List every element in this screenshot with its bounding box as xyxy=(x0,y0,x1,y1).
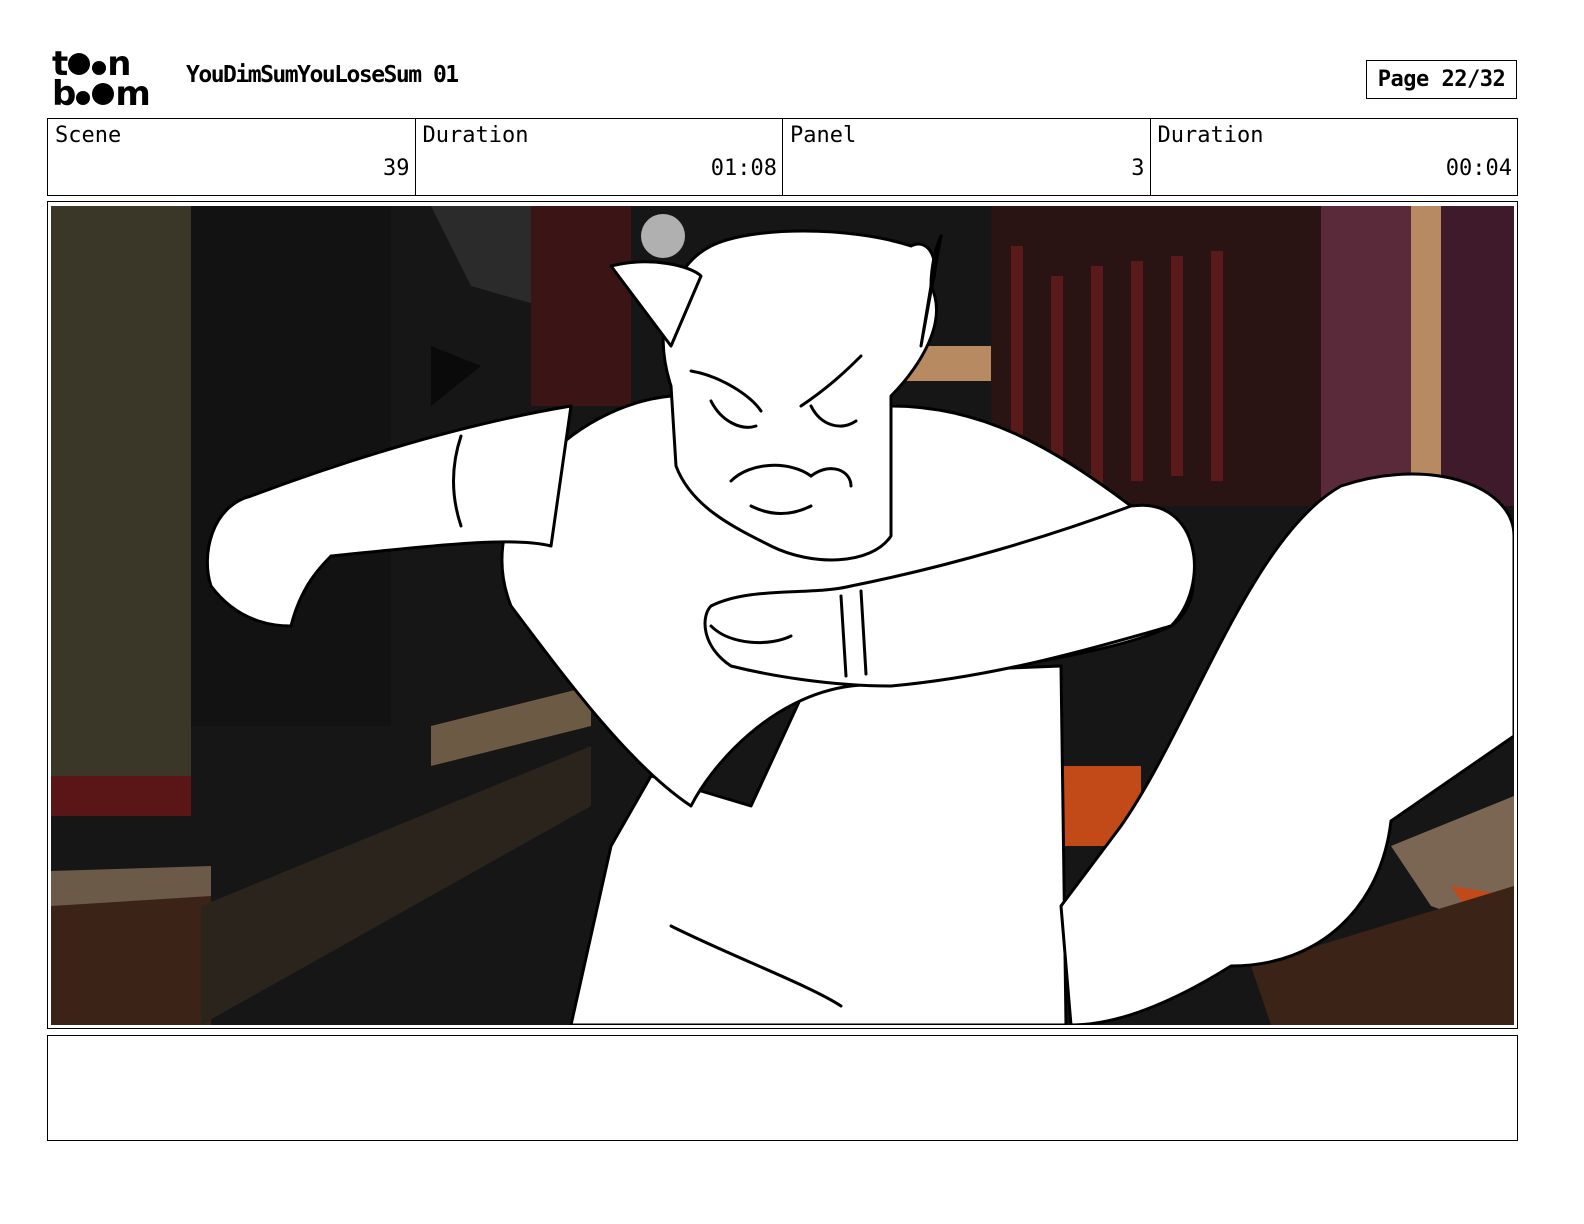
shelf-bar xyxy=(1171,256,1183,476)
storyboard-drawing xyxy=(51,206,1514,1025)
logo-letter-m: m xyxy=(115,74,150,114)
project-title: YouDimSumYouLoseSum 01 xyxy=(186,62,459,88)
logo-bottom-row: bm xyxy=(52,77,164,111)
scene-label: Scene xyxy=(55,123,122,148)
page-indicator: Page 22/32 xyxy=(1366,60,1517,99)
shelf-left xyxy=(531,206,631,406)
scene-info-table: Scene 39 Duration 01:08 Panel 3 Duration… xyxy=(47,118,1518,196)
left-wall xyxy=(51,206,191,776)
shelf-bar xyxy=(1091,266,1103,486)
shelf-bar xyxy=(1211,251,1223,481)
panel-value: 3 xyxy=(1131,156,1145,181)
panel-notes-box xyxy=(47,1035,1518,1141)
panel-duration-label: Duration xyxy=(1157,123,1264,148)
panel-cell: Panel 3 xyxy=(783,119,1151,195)
storyboard-panel-image xyxy=(51,206,1514,1025)
left-wall-trim xyxy=(51,776,191,816)
right-wall-purple xyxy=(1321,206,1411,506)
logo-dot xyxy=(76,91,91,105)
lantern xyxy=(641,214,685,258)
panel-label: Panel xyxy=(790,123,857,148)
toon-boom-logo: tn bm xyxy=(52,47,164,112)
logo-letter-b: b xyxy=(52,74,76,114)
shelf-bar xyxy=(1131,261,1143,481)
scene-cell: Scene 39 xyxy=(48,119,416,195)
logo-dot xyxy=(92,83,115,105)
scene-duration-cell: Duration 01:08 xyxy=(416,119,783,195)
scene-duration-label: Duration xyxy=(422,123,529,148)
logo-dot xyxy=(92,61,107,75)
panel-duration-value: 00:04 xyxy=(1445,156,1512,181)
scene-duration-value: 01:08 xyxy=(710,156,777,181)
scene-value: 39 xyxy=(383,156,410,181)
logo-dot xyxy=(68,53,91,75)
right-wall-dark xyxy=(1441,206,1514,506)
panel-duration-cell: Duration 00:04 xyxy=(1151,119,1518,195)
right-pillar xyxy=(1411,206,1441,486)
